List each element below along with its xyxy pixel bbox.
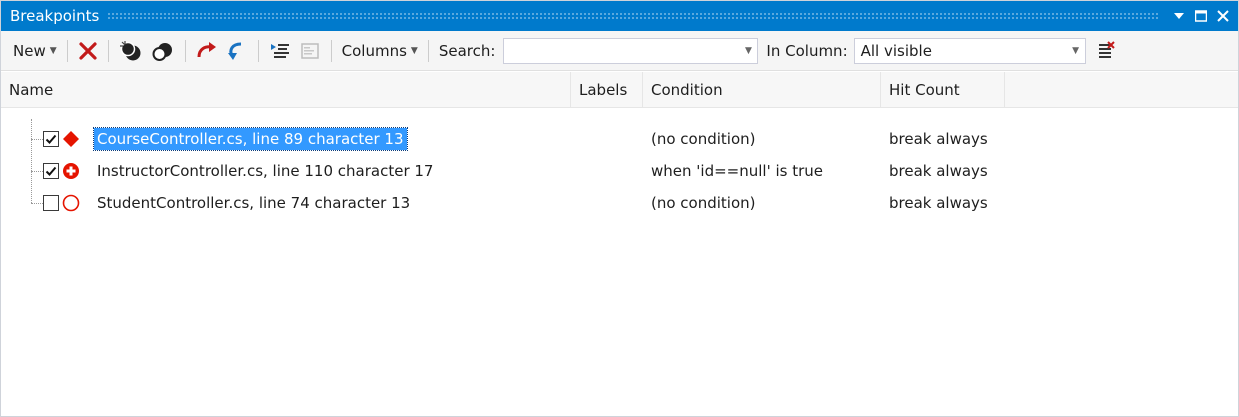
search-label: Search: <box>438 41 496 60</box>
toolbar: New ▼ Columns ▼ Search: ▼ In Column: All… <box>1 31 1238 71</box>
breakpoint-name[interactable]: InstructorController.cs, line 110 charac… <box>97 162 433 180</box>
in-column-label: In Column: <box>766 41 848 60</box>
go-to-source-button[interactable] <box>265 36 295 66</box>
table-row[interactable]: StudentController.cs, line 74 character … <box>1 188 1238 218</box>
tree-line <box>31 139 43 140</box>
filled-diamond-icon <box>62 124 80 154</box>
title-grip[interactable] <box>107 12 1158 20</box>
delete-all-breakpoints-icon <box>119 40 141 60</box>
reset-search-button[interactable] <box>1092 36 1120 66</box>
chevron-down-icon: ▼ <box>410 45 418 56</box>
export-icon <box>197 41 216 57</box>
chevron-down-icon[interactable]: ▼ <box>739 46 757 56</box>
disassembly-icon <box>300 42 319 59</box>
search-input[interactable]: ▼ <box>503 37 759 64</box>
toolbar-separator <box>184 39 186 62</box>
toolbar-separator <box>107 39 109 62</box>
in-column-value: All visible <box>860 41 932 60</box>
toolbar-separator <box>257 39 259 62</box>
title-bar: Breakpoints <box>1 1 1238 31</box>
column-header-hit-count[interactable]: Hit Count <box>881 72 1005 108</box>
new-label: New <box>13 41 46 60</box>
close-icon[interactable] <box>1212 1 1234 31</box>
maximize-icon[interactable] <box>1190 1 1212 31</box>
breakpoint-name[interactable]: StudentController.cs, line 74 character … <box>97 194 410 212</box>
toggle-all-button[interactable] <box>147 36 179 66</box>
clear-filter-icon <box>1098 40 1115 58</box>
breakpoint-list: CourseController.cs, line 89 character 1… <box>1 109 1238 416</box>
breakpoint-hit-count: break always <box>889 130 988 148</box>
toggle-breakpoints-icon <box>152 42 172 61</box>
go-to-disassembly-button <box>295 36 325 66</box>
breakpoint-condition: (no condition) <box>651 194 756 212</box>
breakpoint-checkbox[interactable] <box>43 124 59 154</box>
dropdown-icon[interactable] <box>1168 1 1190 31</box>
column-header-row: Name Labels Condition Hit Count <box>1 72 1238 108</box>
column-header-labels[interactable]: Labels <box>571 72 643 108</box>
import-button[interactable] <box>222 36 252 66</box>
columns-label: Columns <box>341 41 407 60</box>
go-to-source-icon <box>270 43 289 58</box>
columns-button[interactable]: Columns ▼ <box>338 36 422 66</box>
import-icon <box>227 42 241 60</box>
toolbar-separator <box>66 39 68 62</box>
new-button[interactable]: New ▼ <box>9 36 61 66</box>
table-row[interactable]: CourseController.cs, line 89 character 1… <box>1 124 1238 154</box>
breakpoint-condition: (no condition) <box>651 130 756 148</box>
breakpoint-checkbox[interactable] <box>43 188 59 218</box>
export-button[interactable] <box>192 36 222 66</box>
tree-line <box>31 171 43 172</box>
window-title: Breakpoints <box>10 7 100 25</box>
breakpoint-checkbox[interactable] <box>43 156 59 186</box>
in-column-select[interactable]: All visible ▼ <box>853 37 1086 64</box>
toolbar-separator <box>427 39 429 62</box>
breakpoint-hit-count: break always <box>889 162 988 180</box>
breakpoint-condition: when 'id==null' is true <box>651 162 824 180</box>
column-header-condition[interactable]: Condition <box>643 72 881 108</box>
breakpoints-window: Breakpoints New ▼ Columns ▼ Search: ▼ In… <box>0 0 1239 417</box>
breakpoint-name[interactable]: CourseController.cs, line 89 character 1… <box>93 127 408 151</box>
chevron-down-icon[interactable]: ▼ <box>1067 46 1085 56</box>
table-row[interactable]: InstructorController.cs, line 110 charac… <box>1 156 1238 186</box>
delete-icon <box>79 41 97 60</box>
breakpoint-hit-count: break always <box>889 194 988 212</box>
toolbar-separator <box>330 39 332 62</box>
delete-button[interactable] <box>74 36 102 66</box>
disabled-breakpoint-icon <box>62 188 80 218</box>
conditional-breakpoint-icon <box>62 156 80 186</box>
tree-line <box>31 203 43 204</box>
chevron-down-icon: ▼ <box>49 45 57 56</box>
column-header-name[interactable]: Name <box>1 72 571 108</box>
delete-all-button[interactable] <box>115 36 147 66</box>
